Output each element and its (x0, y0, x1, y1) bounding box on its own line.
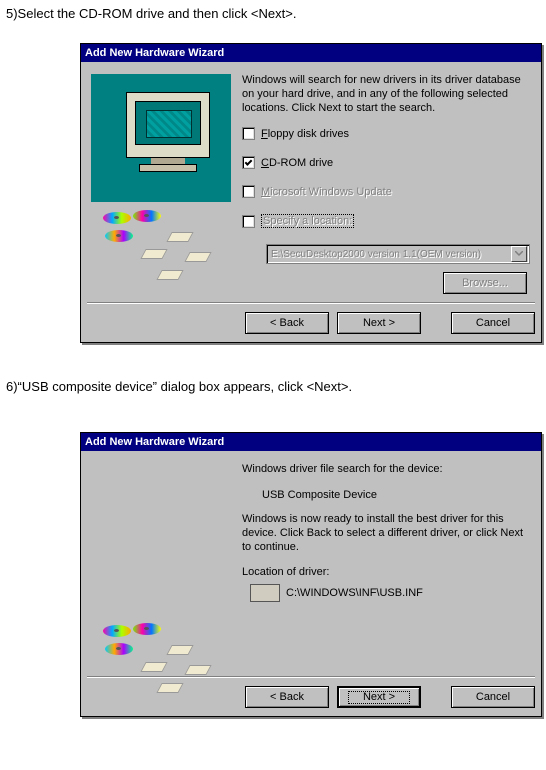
search-text: Windows driver file search for the devic… (242, 463, 531, 477)
location-combobox-value: E:\SecuDesktop2000 version 1.1(OEM versi… (271, 249, 481, 260)
driver-path: C:\WINDOWS\INF\USB.INF (286, 587, 423, 599)
location-label: Location of driver: (242, 566, 531, 578)
checkbox-icon (242, 215, 255, 228)
next-button[interactable]: Next > (337, 686, 421, 708)
ms-windows-update-checkbox: Microsoft Windows Update (242, 185, 531, 198)
checkbox-icon (242, 185, 255, 198)
chevron-down-icon (511, 246, 527, 262)
location-combobox: E:\SecuDesktop2000 version 1.1(OEM versi… (266, 244, 530, 264)
titlebar: Add New Hardware Wizard (81, 44, 541, 62)
cdrom-drive-checkbox[interactable]: CD-ROM drive (242, 156, 531, 169)
add-hardware-wizard-dialog-step6: Add New Hardware Wizard Windows driver f… (80, 432, 542, 717)
wizard-art (91, 487, 231, 692)
titlebar: Add New Hardware Wizard (81, 433, 541, 451)
step6-instruction: 6)“USB composite device” dialog box appe… (6, 379, 540, 394)
document-icon (250, 584, 278, 602)
checkbox-icon (242, 127, 255, 140)
checkbox-icon (242, 156, 255, 169)
ready-text: Windows is now ready to install the best… (242, 513, 531, 554)
add-hardware-wizard-dialog-step5: Add New Hardware Wizard Windows will sea… (80, 43, 542, 343)
cancel-button[interactable]: Cancel (451, 312, 535, 334)
next-button[interactable]: Next > (337, 312, 421, 334)
step5-instruction: 5)Select the CD-ROM drive and then click… (6, 6, 540, 21)
specify-location-label: Specify a location: (261, 214, 354, 228)
titlebar-text: Add New Hardware Wizard (85, 436, 537, 448)
device-name: USB Composite Device (262, 489, 531, 501)
browse-button: Browse... (443, 272, 527, 294)
floppy-disk-drives-checkbox[interactable]: Floppy disk drives (242, 127, 531, 140)
wizard-art (91, 74, 231, 279)
titlebar-text: Add New Hardware Wizard (85, 47, 537, 59)
specify-location-checkbox: Specify a location: (242, 214, 531, 228)
back-button[interactable]: < Back (245, 686, 329, 708)
back-button[interactable]: < Back (245, 312, 329, 334)
cancel-button[interactable]: Cancel (451, 686, 535, 708)
description-text: Windows will search for new drivers in i… (242, 74, 531, 115)
